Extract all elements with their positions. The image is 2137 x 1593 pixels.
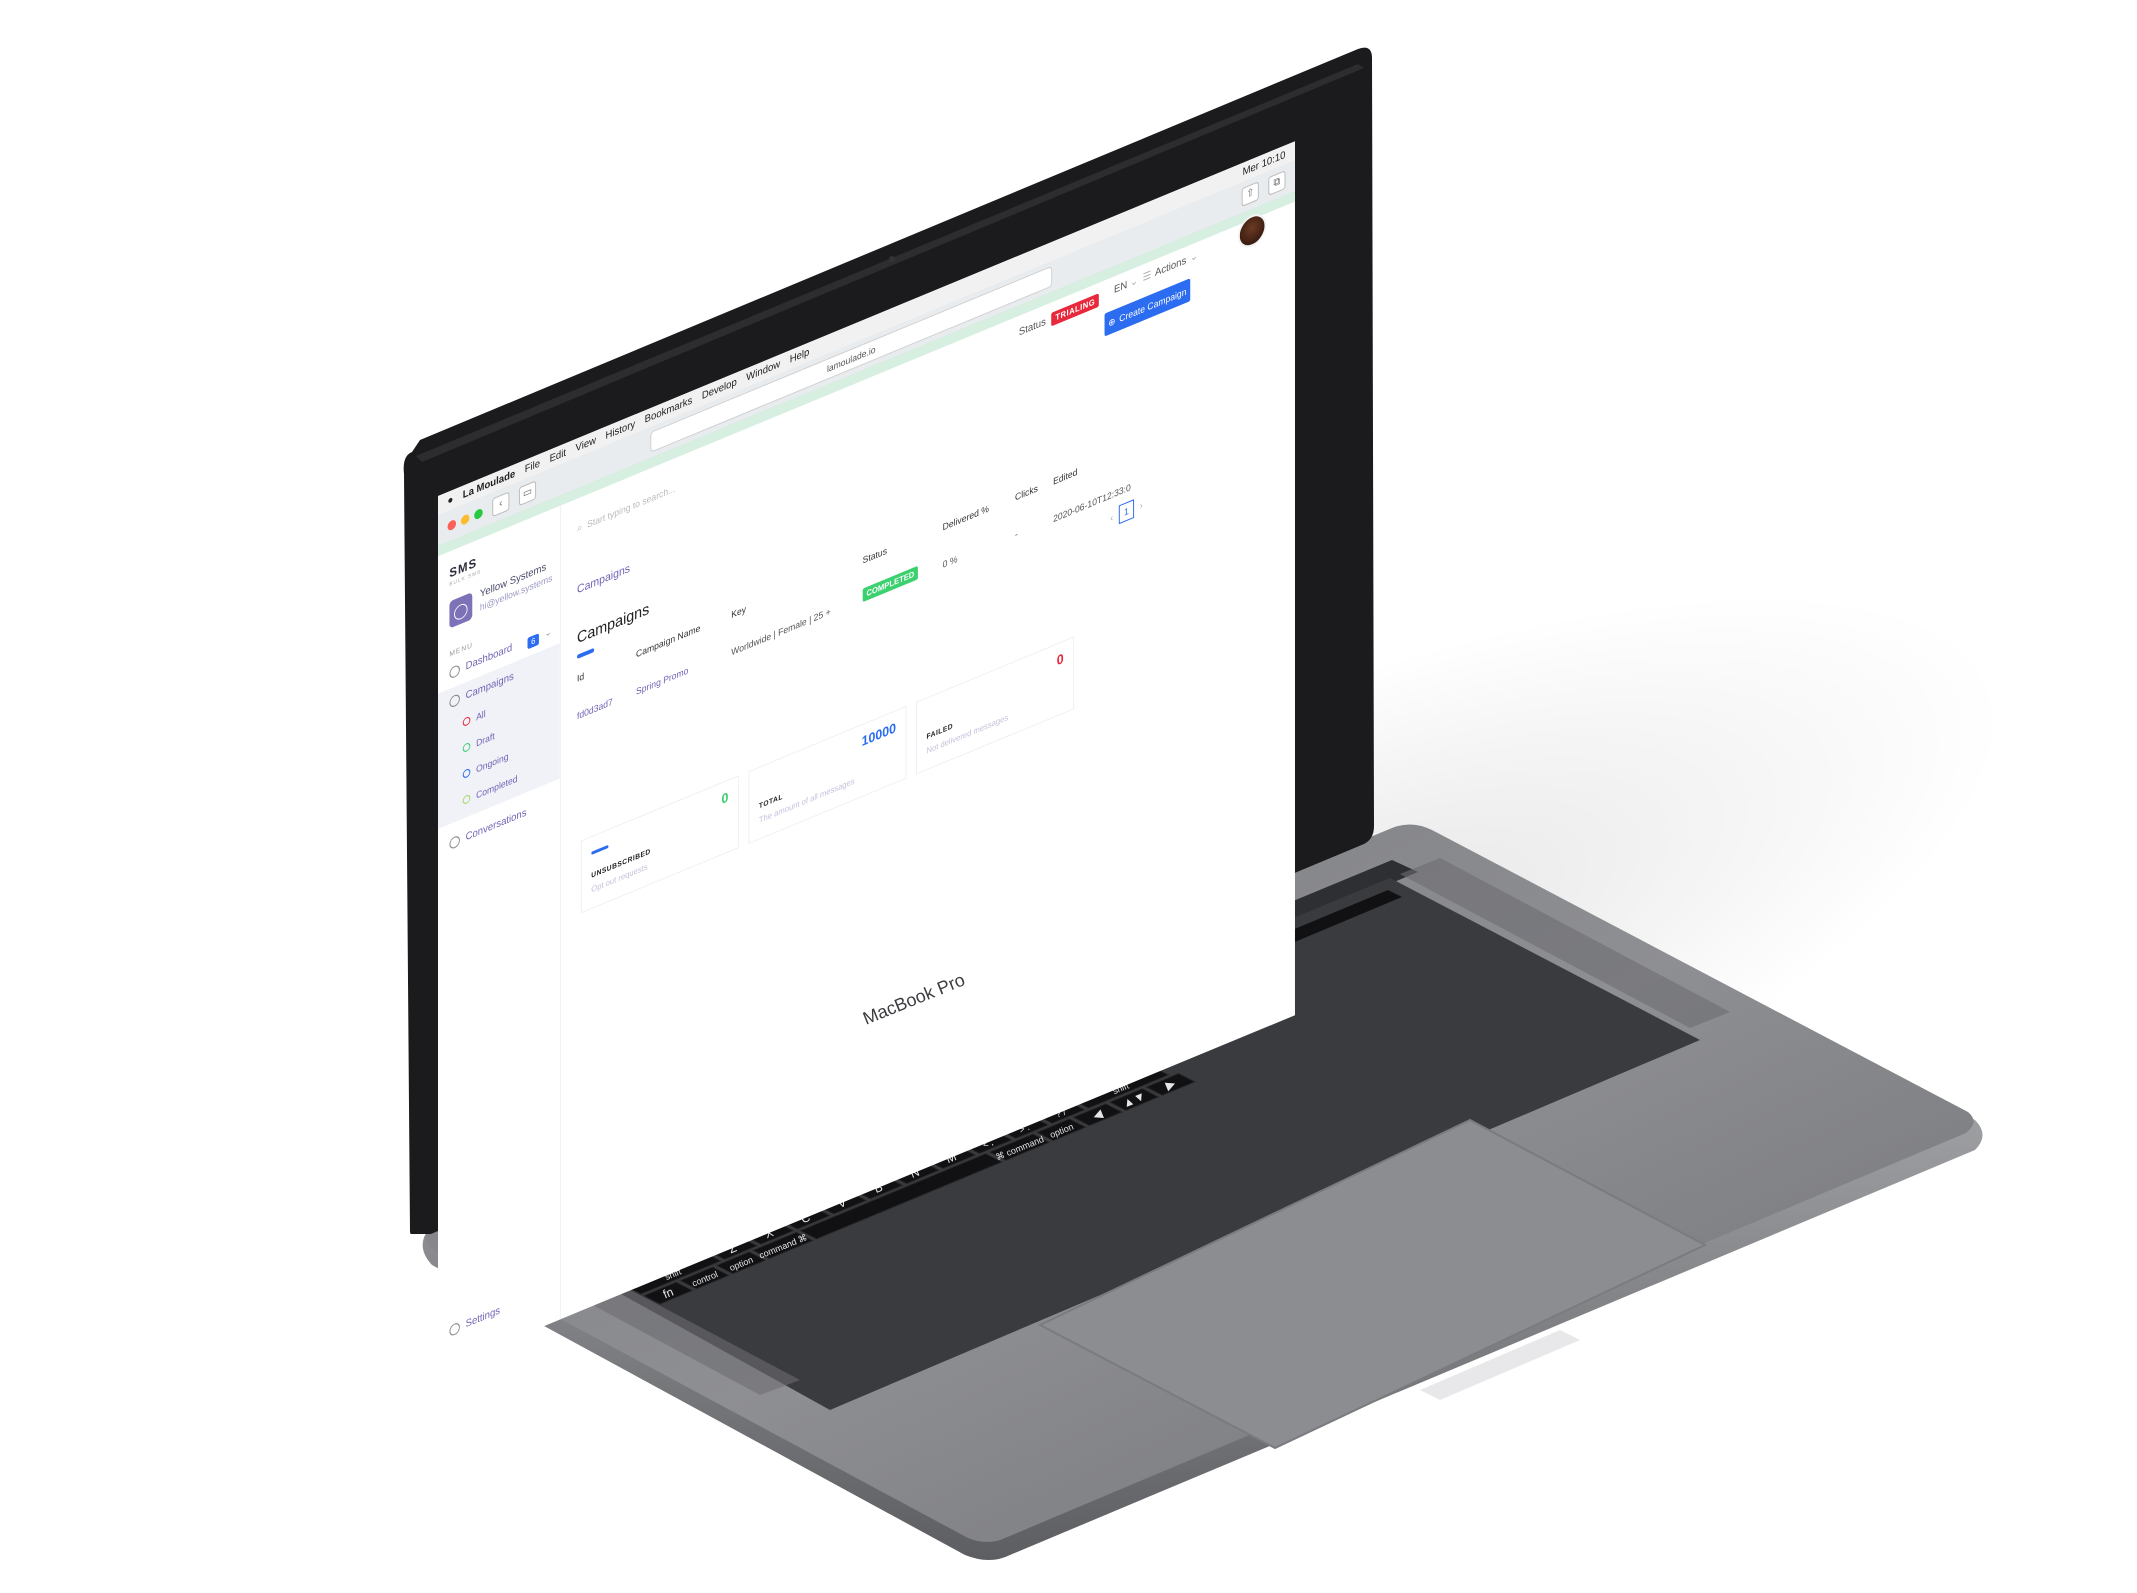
page-title: Campaigns [577, 599, 650, 648]
status-dot-icon [462, 741, 471, 754]
apple-icon[interactable]: ● [448, 493, 454, 507]
title-underline [577, 647, 595, 660]
breadcrumb[interactable]: Campaigns [577, 562, 630, 596]
plus-circle-icon: ⊕ [1108, 314, 1116, 329]
language-select[interactable]: EN ⌄ [1114, 275, 1138, 296]
column-header-edited[interactable]: Edited [1053, 466, 1077, 486]
page-button[interactable]: 1 [1118, 499, 1135, 525]
column-header-clicks[interactable]: Clicks [1015, 483, 1038, 503]
status-dot-icon [462, 767, 471, 780]
sidebar-item-label: Settings [465, 1304, 501, 1331]
chevron-down-icon: ⌄ [1129, 274, 1138, 290]
column-header-status[interactable]: Status [863, 545, 887, 565]
sidebar: SMS BULK SMS ◯ Yellow Systems hi@yellow.… [438, 505, 561, 1371]
sidebar-toggle-icon[interactable]: ▭ [518, 480, 537, 507]
status-dot-icon [462, 715, 471, 728]
campaigns-count-badge: 6 [527, 633, 539, 650]
gear-icon [449, 1321, 460, 1338]
status-badge: COMPLETED [862, 565, 919, 603]
status-badge: TRIALING [1051, 293, 1099, 327]
cell-delivered: 0 % [942, 553, 958, 571]
minimize-window-button[interactable] [460, 512, 470, 526]
share-icon[interactable]: ⇧ [1241, 181, 1259, 207]
zoom-window-button[interactable] [474, 507, 483, 521]
stat-card-total: 10000 TOTAL The amount of all messages [748, 705, 907, 845]
next-page-button[interactable]: › [1140, 500, 1143, 512]
cell-id[interactable]: fd0d3ad7 [577, 696, 613, 721]
org-avatar-icon: ◯ [449, 592, 473, 629]
chevron-down-icon[interactable]: ⌄ [545, 626, 552, 640]
stat-card-failed: 0 FAILED Not delivered messages [916, 636, 1075, 775]
menu-title: MENU [449, 641, 473, 659]
actions-label: Actions [1154, 254, 1187, 280]
back-icon[interactable]: ‹ [492, 491, 510, 518]
chat-icon [449, 834, 460, 851]
column-header-id[interactable]: Id [577, 671, 584, 684]
search-placeholder: Start typing to search... [587, 483, 676, 530]
search-icon: ⌕ [577, 521, 583, 535]
cell-campaign-name[interactable]: Spring Promo [636, 665, 688, 697]
cell-clicks: - [1015, 528, 1018, 541]
stat-value: 10000 [861, 719, 897, 750]
dashboard-icon [449, 663, 460, 680]
column-header-key[interactable]: Key [731, 604, 746, 621]
window-controls [447, 507, 483, 532]
column-header-campaign-name[interactable]: Campaign Name [636, 623, 700, 660]
language-label: EN [1114, 279, 1128, 297]
prev-page-button[interactable]: ‹ [1110, 512, 1113, 524]
menu-icon: ☰ [1142, 269, 1152, 285]
card-accent-bar [591, 844, 609, 855]
sidebar-item-settings[interactable]: Settings [449, 1304, 501, 1338]
status-dot-icon [462, 793, 471, 806]
stat-value: 0 [721, 788, 729, 808]
tabs-icon[interactable]: ⧉ [1268, 170, 1286, 196]
stat-card-unsubscribed: 0 UNSUBSCRIBED Opt out requests [580, 775, 739, 914]
chevron-down-icon: ⌄ [1190, 250, 1199, 265]
stat-value: 0 [1056, 650, 1064, 669]
pagination: ‹ 1 › [1110, 496, 1143, 528]
close-window-button[interactable] [447, 518, 457, 532]
status-label: Status [1018, 316, 1046, 339]
column-header-delivered[interactable]: Delivered % [943, 503, 989, 533]
